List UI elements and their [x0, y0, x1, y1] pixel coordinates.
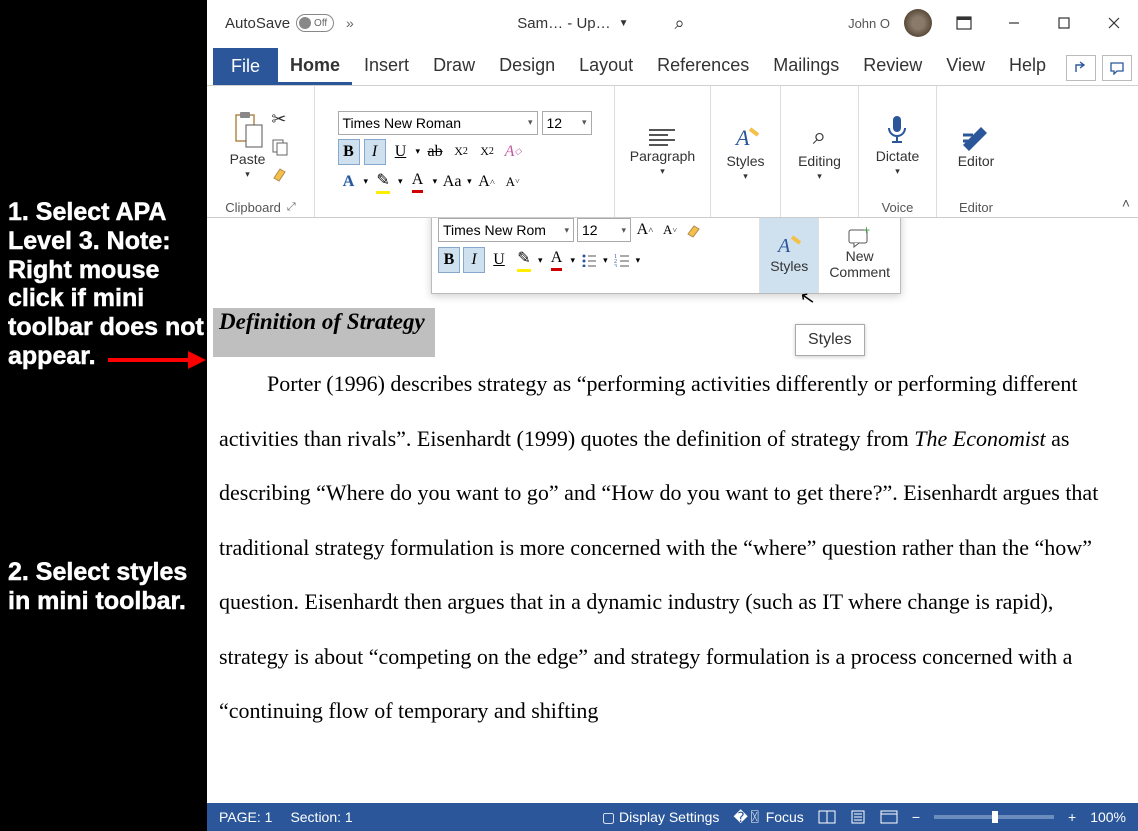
bold-button[interactable]: B [338, 139, 360, 165]
focus-button[interactable]: �〿 Focus [733, 807, 803, 827]
document-area[interactable]: Times New Rom▾ 12▾ A˄ A˅ B I U ✎▾ A▾ ▾ 1… [207, 218, 1138, 803]
mini-format-painter-button[interactable] [684, 218, 706, 243]
cut-icon[interactable]: ✂ [271, 109, 291, 130]
change-case-button[interactable]: Aa [441, 169, 463, 195]
styles-button[interactable]: A Styles▾ [726, 123, 764, 182]
tab-references[interactable]: References [645, 47, 761, 85]
mini-shrink-font-button[interactable]: A˅ [659, 218, 681, 243]
mini-highlight-button[interactable]: ✎ [513, 247, 535, 273]
tab-layout[interactable]: Layout [567, 47, 645, 85]
tab-insert[interactable]: Insert [352, 47, 421, 85]
read-mode-icon[interactable] [818, 810, 836, 824]
qat-overflow[interactable]: » [346, 15, 354, 31]
web-layout-icon[interactable] [880, 810, 898, 824]
zoom-in-button[interactable]: + [1068, 809, 1076, 825]
user-avatar[interactable] [904, 9, 932, 37]
format-painter-icon[interactable] [271, 164, 291, 182]
tab-help[interactable]: Help [997, 47, 1058, 85]
font-name-select[interactable]: Times New Roman▾ [338, 111, 538, 135]
mini-bullets-button[interactable] [578, 247, 600, 273]
svg-text:A: A [734, 125, 750, 150]
svg-text:A: A [776, 235, 791, 257]
title-dropdown-icon[interactable]: ▼ [619, 18, 629, 29]
tab-review[interactable]: Review [851, 47, 934, 85]
mini-bold-button[interactable]: B [438, 247, 460, 273]
share-button[interactable] [1066, 55, 1096, 81]
zoom-level[interactable]: 100% [1090, 809, 1126, 825]
subscript-button[interactable]: X2 [450, 139, 472, 165]
mini-toolbar: Times New Rom▾ 12▾ A˄ A˅ B I U ✎▾ A▾ ▾ 1… [431, 218, 901, 294]
mini-underline-button[interactable]: U [488, 247, 510, 273]
document-title: Sam… - Up… [517, 15, 610, 32]
italic-button[interactable]: I [364, 139, 386, 165]
statusbar: PAGE: 1 Section: 1 ▢ Display Settings �〿… [207, 803, 1138, 831]
highlight-button[interactable]: ✎ [372, 169, 394, 195]
word-window: AutoSave Off » Sam… - Up… ▼ ⌕ John O [207, 0, 1138, 831]
autosave-label: AutoSave [225, 15, 290, 32]
tab-file[interactable]: File [213, 48, 278, 85]
zoom-out-button[interactable]: − [912, 809, 920, 825]
voice-group-label: Voice [882, 200, 914, 215]
strikethrough-button[interactable]: ab [424, 139, 446, 165]
mini-grow-font-button[interactable]: A˄ [634, 218, 656, 243]
selected-heading[interactable]: Definition of Strategy [213, 308, 435, 357]
body-paragraph[interactable]: Porter (1996) describes strategy as “per… [219, 357, 1124, 739]
text-effects-button[interactable]: A [338, 169, 360, 195]
clipboard-launcher-icon[interactable]: ⤢ [287, 201, 296, 214]
display-settings-button[interactable]: ▢ Display Settings [602, 809, 720, 826]
annotation-step-2: 2. Select styles in mini toolbar. [8, 558, 207, 616]
minimize-button[interactable] [996, 5, 1032, 41]
editing-button[interactable]: ⌕ Editing▾ [798, 123, 841, 182]
user-name: John O [848, 16, 890, 31]
zoom-slider[interactable] [934, 815, 1054, 819]
mini-font-name-select[interactable]: Times New Rom▾ [438, 218, 574, 242]
grow-font-button[interactable]: A˄ [476, 169, 498, 195]
tab-mailings[interactable]: Mailings [761, 47, 851, 85]
clear-format-button[interactable]: A◇ [502, 139, 524, 165]
font-color-button[interactable]: A [407, 169, 429, 195]
print-layout-icon[interactable] [850, 810, 866, 824]
search-icon[interactable]: ⌕ [675, 13, 685, 34]
autosave-switch[interactable]: Off [296, 14, 334, 32]
comments-button[interactable] [1102, 55, 1132, 81]
svg-text:3: 3 [614, 264, 617, 267]
paste-button[interactable]: Paste ▾ [230, 111, 266, 180]
editor-group-label: Editor [959, 200, 993, 215]
mini-new-comment-button[interactable]: + New Comment [818, 218, 900, 293]
annotation-step-1: 1. Select APA Level 3. Note: Right mouse… [8, 198, 207, 371]
styles-tooltip: Styles [795, 324, 865, 356]
tab-home[interactable]: Home [278, 47, 352, 85]
clipboard-group-label: Clipboard [225, 200, 281, 215]
dictate-button[interactable]: Dictate▾ [876, 114, 920, 177]
status-section[interactable]: Section: 1 [290, 809, 352, 825]
ribbon-display-icon[interactable] [946, 5, 982, 41]
copy-icon[interactable] [271, 138, 291, 156]
maximize-button[interactable] [1046, 5, 1082, 41]
tab-view[interactable]: View [934, 47, 997, 85]
mini-styles-button[interactable]: A Styles [759, 218, 818, 293]
collapse-ribbon-icon[interactable]: ˄ [1122, 195, 1130, 211]
editor-button[interactable]: Editor [958, 121, 995, 169]
superscript-button[interactable]: X2 [476, 139, 498, 165]
tab-draw[interactable]: Draw [421, 47, 487, 85]
mini-numbering-button[interactable]: 123 [611, 247, 633, 273]
ribbon: Paste ▾ ✂ Clipboard ⤢ Times New Roman▾ 12… [207, 86, 1138, 218]
autosave-toggle[interactable]: AutoSave Off [225, 14, 334, 32]
mini-font-color-button[interactable]: A [546, 247, 568, 273]
titlebar: AutoSave Off » Sam… - Up… ▼ ⌕ John O [207, 0, 1138, 46]
close-button[interactable] [1096, 5, 1132, 41]
status-page[interactable]: PAGE: 1 [219, 809, 272, 825]
mini-italic-button[interactable]: I [463, 247, 485, 273]
svg-text:+: + [863, 226, 870, 237]
underline-button[interactable]: U [390, 139, 412, 165]
ribbon-tabs: File Home Insert Draw Design Layout Refe… [207, 46, 1138, 86]
paragraph-button[interactable]: Paragraph▾ [630, 129, 695, 177]
mini-font-size-select[interactable]: 12▾ [577, 218, 631, 242]
font-size-select[interactable]: 12▾ [542, 111, 592, 135]
shrink-font-button[interactable]: A˅ [502, 169, 524, 195]
annotation-arrow [108, 354, 208, 364]
tab-design[interactable]: Design [487, 47, 567, 85]
